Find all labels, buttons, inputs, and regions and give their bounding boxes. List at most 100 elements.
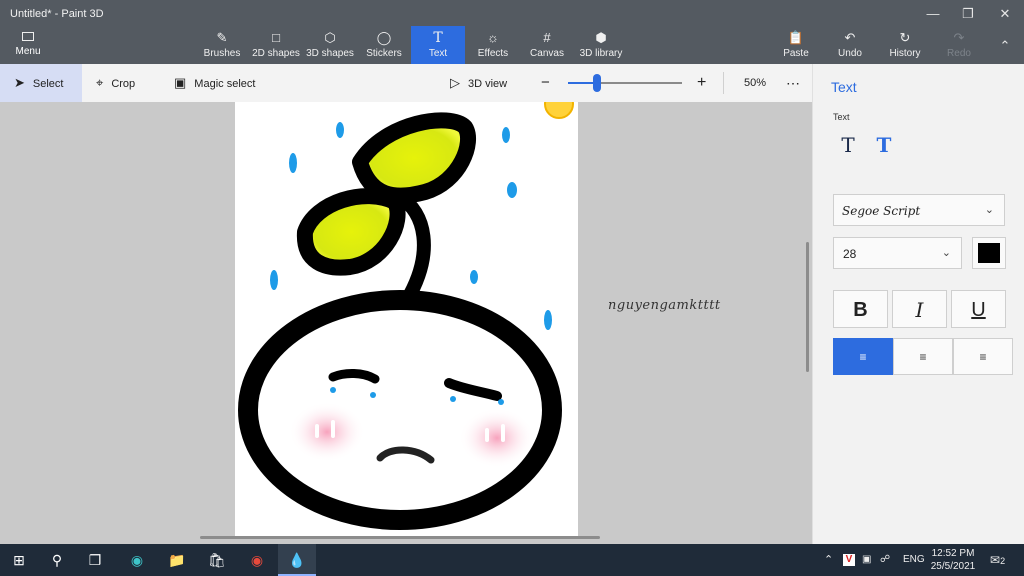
chevron-down-icon: ⌄ [984, 204, 994, 216]
flag-icon: ▷ [450, 75, 460, 90]
undo-icon: ↶ [844, 30, 856, 45]
paste-button[interactable]: 📋 Paste [780, 30, 812, 62]
tool-label: Stickers [366, 48, 402, 59]
zoom-percentage[interactable]: 50% [744, 64, 766, 102]
text-3d-icon[interactable]: T [871, 132, 897, 158]
tool-label: 2D shapes [252, 48, 300, 59]
font-size-dropdown[interactable]: 28 ⌄ [833, 237, 962, 269]
leaf-top [352, 112, 477, 204]
folder-icon [22, 32, 34, 41]
workspace: nguyengamktttt [0, 102, 812, 544]
text-icon: T [433, 30, 443, 46]
panel-subtitle: Text [833, 112, 850, 122]
shapes-2d-icon: □ [272, 30, 280, 45]
align-left-icon: ≡ [859, 350, 867, 364]
redo-label: Redo [947, 48, 971, 59]
task-view-icon[interactable]: ❐ [76, 544, 114, 576]
vertical-scrollbar[interactable] [806, 242, 809, 372]
italic-button[interactable]: I [892, 290, 947, 328]
paint-3d-taskbar-icon[interactable]: 💧 [278, 544, 316, 576]
tool-label: 3D shapes [306, 48, 354, 59]
font-family-dropdown[interactable]: Segoe Script ⌄ [833, 194, 1005, 226]
underline-button[interactable]: U [951, 290, 1006, 328]
3d-view-toggle[interactable]: ▷ 3D view [450, 64, 507, 102]
language-indicator[interactable]: ENG [903, 544, 925, 576]
history-label: History [889, 48, 921, 59]
window-title: Untitled* - Paint 3D [10, 8, 104, 20]
collapse-ribbon-chevron-icon[interactable]: ⌃ [990, 36, 1020, 56]
tool-brushes[interactable]: ✎ Brushes [202, 30, 242, 62]
chevron-down-icon: ⌄ [941, 247, 951, 259]
tool-stickers[interactable]: ◯ Stickers [363, 30, 405, 62]
align-center-icon: ≡ [919, 350, 927, 364]
notification-center-icon[interactable]: ✉2 [990, 544, 1005, 576]
search-icon[interactable]: ⚲ [38, 544, 76, 576]
align-right-button[interactable]: ≡ [953, 338, 1013, 375]
crop-button[interactable]: ⌖ Crop [96, 64, 135, 102]
tool-3d-library[interactable]: ⬢ 3D library [578, 30, 624, 62]
align-center-button[interactable]: ≡ [893, 338, 953, 375]
menu-button[interactable]: Menu [8, 30, 48, 60]
title-bar-ribbon: Untitled* - Paint 3D — ❐ ✕ Menu ✎ Brushe… [0, 0, 1024, 64]
drawing-canvas[interactable] [235, 102, 578, 538]
canvas-icon: # [543, 30, 551, 45]
sun-sticker [544, 102, 574, 119]
tool-canvas[interactable]: # Canvas [528, 30, 566, 62]
paste-label: Paste [783, 48, 809, 59]
text-2d-icon[interactable]: T [835, 132, 861, 158]
tool-3d-shapes[interactable]: ⬡ 3D shapes [306, 30, 354, 62]
undo-button[interactable]: ↶ Undo [834, 30, 866, 62]
edge-browser-icon[interactable]: ◉ [118, 544, 156, 576]
maximize-button[interactable]: ❐ [953, 4, 983, 24]
history-button[interactable]: ↻ History [886, 30, 924, 62]
zoom-slider[interactable] [568, 74, 682, 92]
align-right-icon: ≡ [979, 350, 987, 364]
zoom-slider-thumb[interactable] [592, 74, 601, 92]
library-icon: ⬢ [595, 30, 607, 45]
close-button[interactable]: ✕ [990, 4, 1020, 24]
blush-right [459, 408, 535, 468]
file-explorer-icon[interactable]: 📁 [158, 544, 196, 576]
select-label: Select [32, 78, 64, 90]
tool-label: 3D library [579, 48, 623, 59]
3d-view-label: 3D view [468, 78, 508, 90]
panel-title: Text [831, 79, 857, 95]
tray-chevron-up-icon[interactable]: ⌃ [824, 544, 833, 576]
minimize-button[interactable]: — [918, 4, 948, 24]
antivirus-tray-icon[interactable]: V [842, 544, 856, 576]
brush-icon: ✎ [216, 30, 228, 45]
bold-button[interactable]: B [833, 290, 888, 328]
tool-2d-shapes[interactable]: □ 2D shapes [252, 30, 300, 62]
tool-label: Text [428, 48, 448, 59]
text-side-panel: Text Text T T Segoe Script ⌄ 28 ⌄ B I U … [812, 64, 1024, 544]
system-clock[interactable]: 12:52 PM 25/5/2021 [928, 547, 978, 573]
sticker-icon: ◯ [376, 30, 392, 45]
more-options-icon[interactable]: ⋯ [786, 64, 800, 102]
font-family-value: Segoe Script [842, 204, 921, 218]
clock-time: 12:52 PM [931, 548, 975, 559]
text-color-picker[interactable] [972, 237, 1006, 269]
chrome-icon[interactable]: ◉ [238, 544, 276, 576]
redo-button[interactable]: ↷ Redo [944, 30, 974, 62]
crop-icon: ⌖ [96, 75, 104, 90]
menu-label: Menu [15, 46, 41, 57]
zoom-in-button[interactable]: + [697, 64, 706, 102]
tool-label: Canvas [530, 48, 564, 59]
crop-label: Crop [111, 78, 136, 90]
cursor-icon: ➤ [14, 75, 25, 90]
magic-select-button[interactable]: ▣ Magic select [174, 64, 255, 102]
align-left-button[interactable]: ≡ [833, 338, 893, 375]
store-icon[interactable]: 🛍 [198, 544, 236, 576]
network-icon[interactable]: ☍ [880, 544, 890, 576]
tool-text[interactable]: T Text [411, 26, 465, 64]
horizontal-scrollbar[interactable] [200, 536, 600, 539]
magic-select-icon: ▣ [174, 75, 187, 90]
font-size-value: 28 [843, 247, 857, 261]
zoom-out-button[interactable]: − [541, 64, 550, 102]
canvas-text-signature[interactable]: nguyengamktttt [608, 298, 721, 313]
windows-start-icon[interactable]: ⊞ [0, 544, 38, 576]
tool-effects[interactable]: ☼ Effects [474, 30, 512, 62]
history-icon: ↻ [899, 30, 911, 45]
select-button[interactable]: ➤ Select [0, 64, 82, 102]
tray-device-icon[interactable]: ▣ [862, 544, 871, 576]
